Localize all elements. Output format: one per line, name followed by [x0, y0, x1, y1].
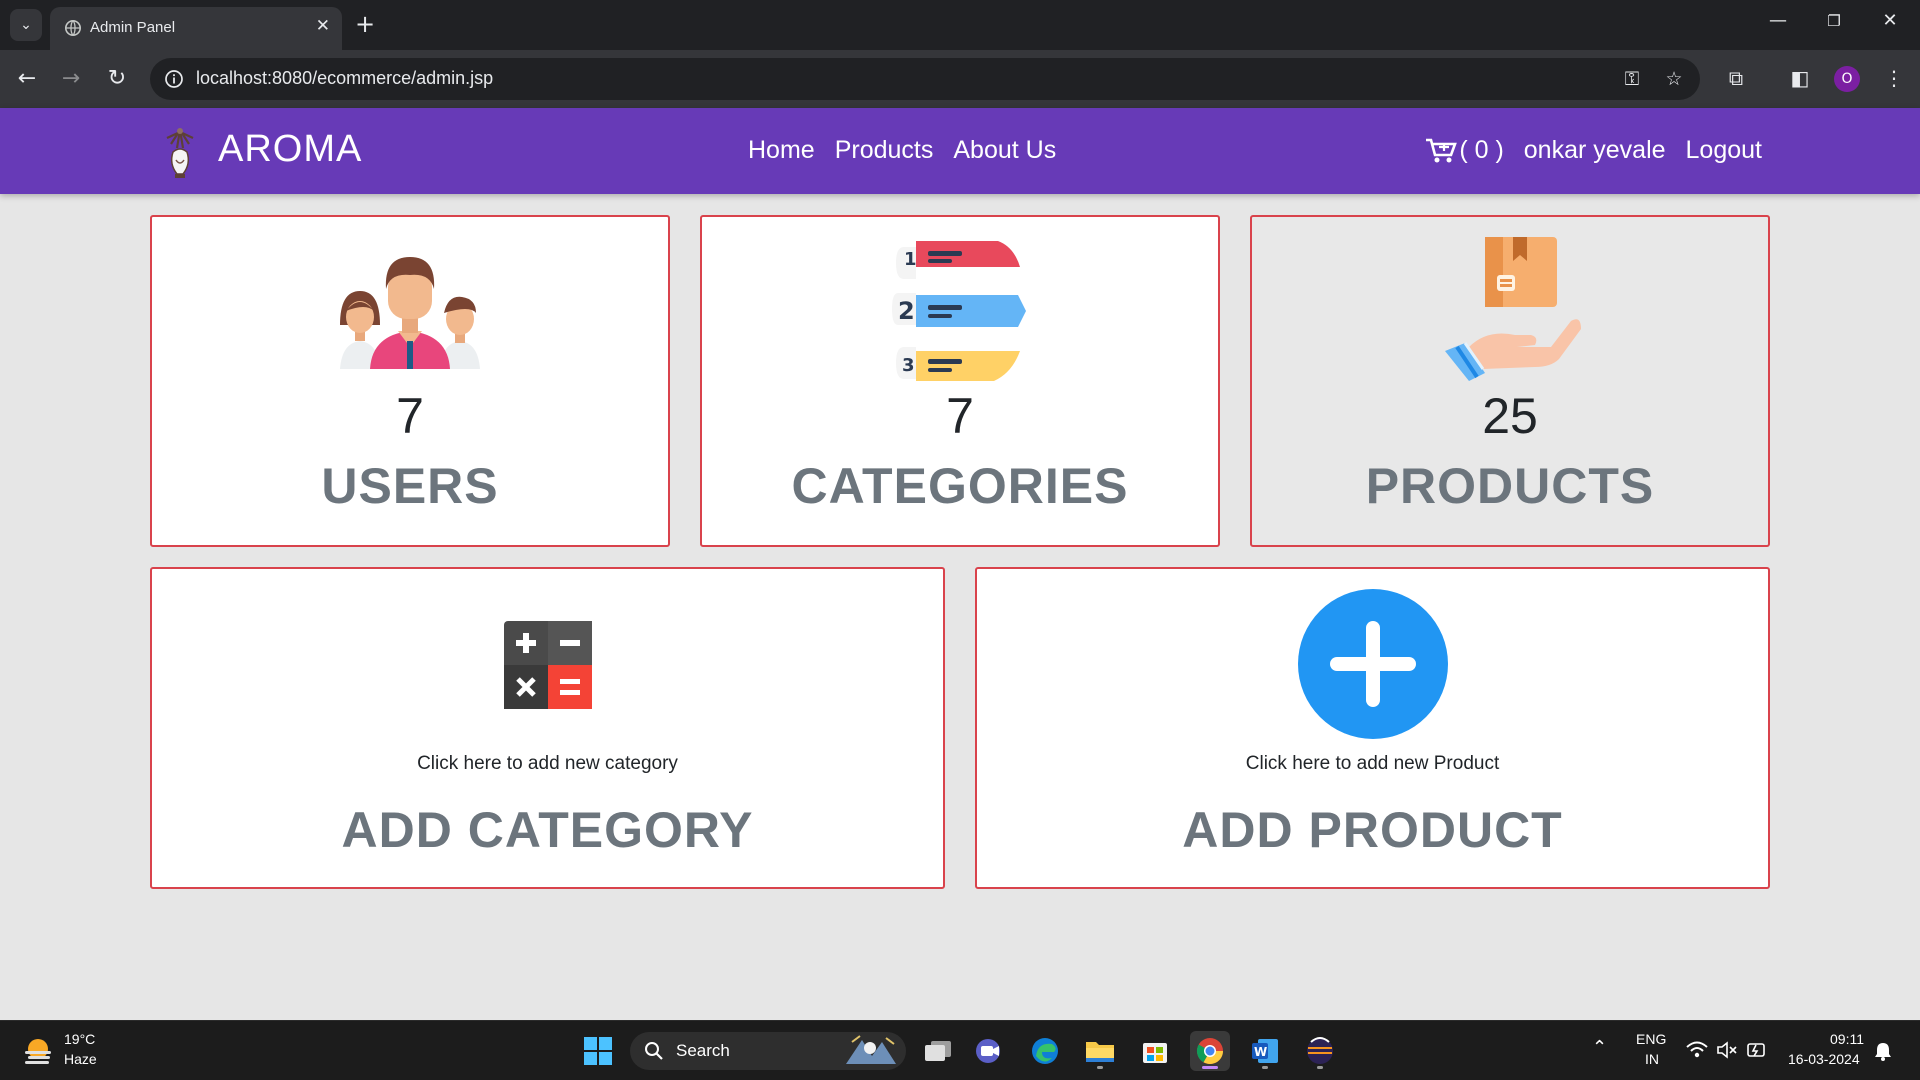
svg-text:3: 3 [902, 355, 915, 376]
taskbar-search-box[interactable]: Search [630, 1032, 906, 1070]
weather-haze-icon[interactable] [22, 1035, 54, 1067]
nav-links: Home Products About Us [748, 136, 1056, 165]
cart-count: ( 0 ) [1459, 136, 1504, 164]
nav-home-link[interactable]: Home [748, 136, 815, 165]
task-view-icon[interactable] [918, 1031, 958, 1071]
running-indicator [1317, 1066, 1323, 1069]
user-name-link[interactable]: onkar yevale [1524, 136, 1666, 165]
key-icon[interactable]: ⚿ [1620, 68, 1644, 90]
nav-about-link[interactable]: About Us [953, 136, 1056, 165]
svg-text:W: W [1254, 1045, 1267, 1059]
new-tab-icon[interactable]: + [350, 10, 380, 40]
globe-icon [64, 19, 82, 37]
categories-count: 7 [946, 388, 974, 444]
brand-name[interactable]: AROMA [218, 128, 362, 171]
plus-circle-icon [1297, 589, 1448, 739]
minimize-icon[interactable]: — [1758, 10, 1798, 31]
browser-tab-active[interactable]: Admin Panel ✕ [50, 7, 342, 50]
eclipse-ide-icon[interactable] [1300, 1031, 1340, 1071]
categories-card[interactable]: 1 2 3 7 CATEGORIES [700, 215, 1220, 547]
address-bar-row: ← → ↻ localhost:8080/ecommerce/admin.jsp… [0, 50, 1920, 108]
battery-charging-icon[interactable] [1746, 1040, 1768, 1060]
calculator-icon [503, 621, 592, 709]
nav-user-area: ( 0 ) onkar yevale Logout [1425, 136, 1762, 165]
menu-dots-icon[interactable]: ⋮ [1880, 66, 1908, 92]
close-window-icon[interactable]: ✕ [1870, 10, 1910, 31]
tab-search-icon[interactable]: ⌄ [10, 9, 42, 41]
add-product-title: ADD PRODUCT [1182, 802, 1563, 858]
running-indicator [1262, 1066, 1268, 1069]
add-category-card[interactable]: Click here to add new category ADD CATEG… [150, 567, 945, 889]
windows-taskbar: 19°C Haze Search W ⌃ ENG IN 09:11 16-03-… [0, 1020, 1920, 1080]
logout-link[interactable]: Logout [1686, 136, 1762, 165]
chrome-browser-icon[interactable] [1190, 1031, 1230, 1071]
omnibox[interactable]: localhost:8080/ecommerce/admin.jsp ⚿ ☆ [150, 58, 1700, 100]
notification-bell-icon[interactable] [1874, 1041, 1892, 1061]
products-label: PRODUCTS [1365, 458, 1655, 514]
tab-title: Admin Panel [90, 19, 176, 36]
add-category-hint: Click here to add new category [417, 753, 678, 774]
add-category-title: ADD CATEGORY [341, 802, 754, 858]
users-count: 7 [396, 388, 424, 444]
clock-date[interactable]: 16-03-2024 [1788, 1051, 1860, 1067]
users-label: USERS [321, 458, 499, 514]
product-box-hand-icon [1445, 237, 1581, 381]
cart-icon [1426, 138, 1458, 162]
chevron-up-icon[interactable]: ⌃ [1592, 1037, 1607, 1058]
teams-meet-icon[interactable] [970, 1031, 1010, 1071]
back-icon[interactable]: ← [12, 64, 42, 94]
tab-close-icon[interactable]: ✕ [316, 16, 330, 36]
extensions-icon[interactable]: ⧉ [1722, 66, 1750, 92]
products-count: 25 [1482, 388, 1538, 444]
users-group-icon [340, 257, 480, 369]
wifi-icon[interactable] [1686, 1041, 1708, 1059]
profile-avatar[interactable]: O [1834, 66, 1860, 92]
site-info-icon[interactable] [164, 69, 184, 89]
side-panel-icon[interactable]: ◧ [1786, 66, 1814, 92]
forward-icon[interactable]: → [56, 64, 86, 94]
svg-text:1: 1 [904, 249, 917, 270]
browser-tab-bar: ⌄ Admin Panel ✕ + — ❐ ✕ [0, 0, 1920, 50]
nav-products-link[interactable]: Products [835, 136, 934, 165]
search-icon [645, 1042, 663, 1060]
language-top[interactable]: ENG [1636, 1031, 1666, 1047]
restore-icon[interactable]: ❐ [1814, 12, 1854, 30]
brand-logo-icon[interactable] [163, 124, 197, 180]
microsoft-store-icon[interactable] [1135, 1031, 1175, 1071]
numbered-list-icon: 1 2 3 [892, 241, 1026, 381]
cart-link[interactable]: ( 0 ) [1425, 136, 1504, 165]
categories-label: CATEGORIES [791, 458, 1129, 514]
taskbar-search-label: Search [676, 1041, 730, 1060]
add-product-card[interactable]: Click here to add new Product ADD PRODUC… [975, 567, 1770, 889]
svg-text:2: 2 [898, 297, 915, 325]
star-bookmark-icon[interactable]: ☆ [1662, 68, 1686, 90]
url-text[interactable]: localhost:8080/ecommerce/admin.jsp [196, 68, 493, 89]
file-explorer-icon[interactable] [1080, 1031, 1120, 1071]
search-highlight-icon [846, 1035, 896, 1064]
weather-temperature: 19°C [64, 1031, 96, 1047]
windows-start-icon[interactable] [578, 1031, 618, 1071]
weather-condition: Haze [64, 1051, 97, 1067]
running-indicator [1097, 1066, 1103, 1069]
word-app-icon[interactable]: W [1245, 1031, 1285, 1071]
add-product-hint: Click here to add new Product [1245, 753, 1500, 774]
active-indicator [1202, 1066, 1218, 1069]
volume-muted-icon[interactable] [1716, 1041, 1738, 1059]
reload-icon[interactable]: ↻ [102, 64, 132, 94]
language-bottom[interactable]: IN [1645, 1051, 1659, 1067]
products-card[interactable]: 25 PRODUCTS [1250, 215, 1770, 547]
users-card[interactable]: 7 USERS [150, 215, 670, 547]
clock-time[interactable]: 09:11 [1830, 1031, 1864, 1047]
edge-browser-icon[interactable] [1025, 1031, 1065, 1071]
site-navbar: AROMA Home Products About Us ( 0 ) onkar… [0, 108, 1920, 194]
